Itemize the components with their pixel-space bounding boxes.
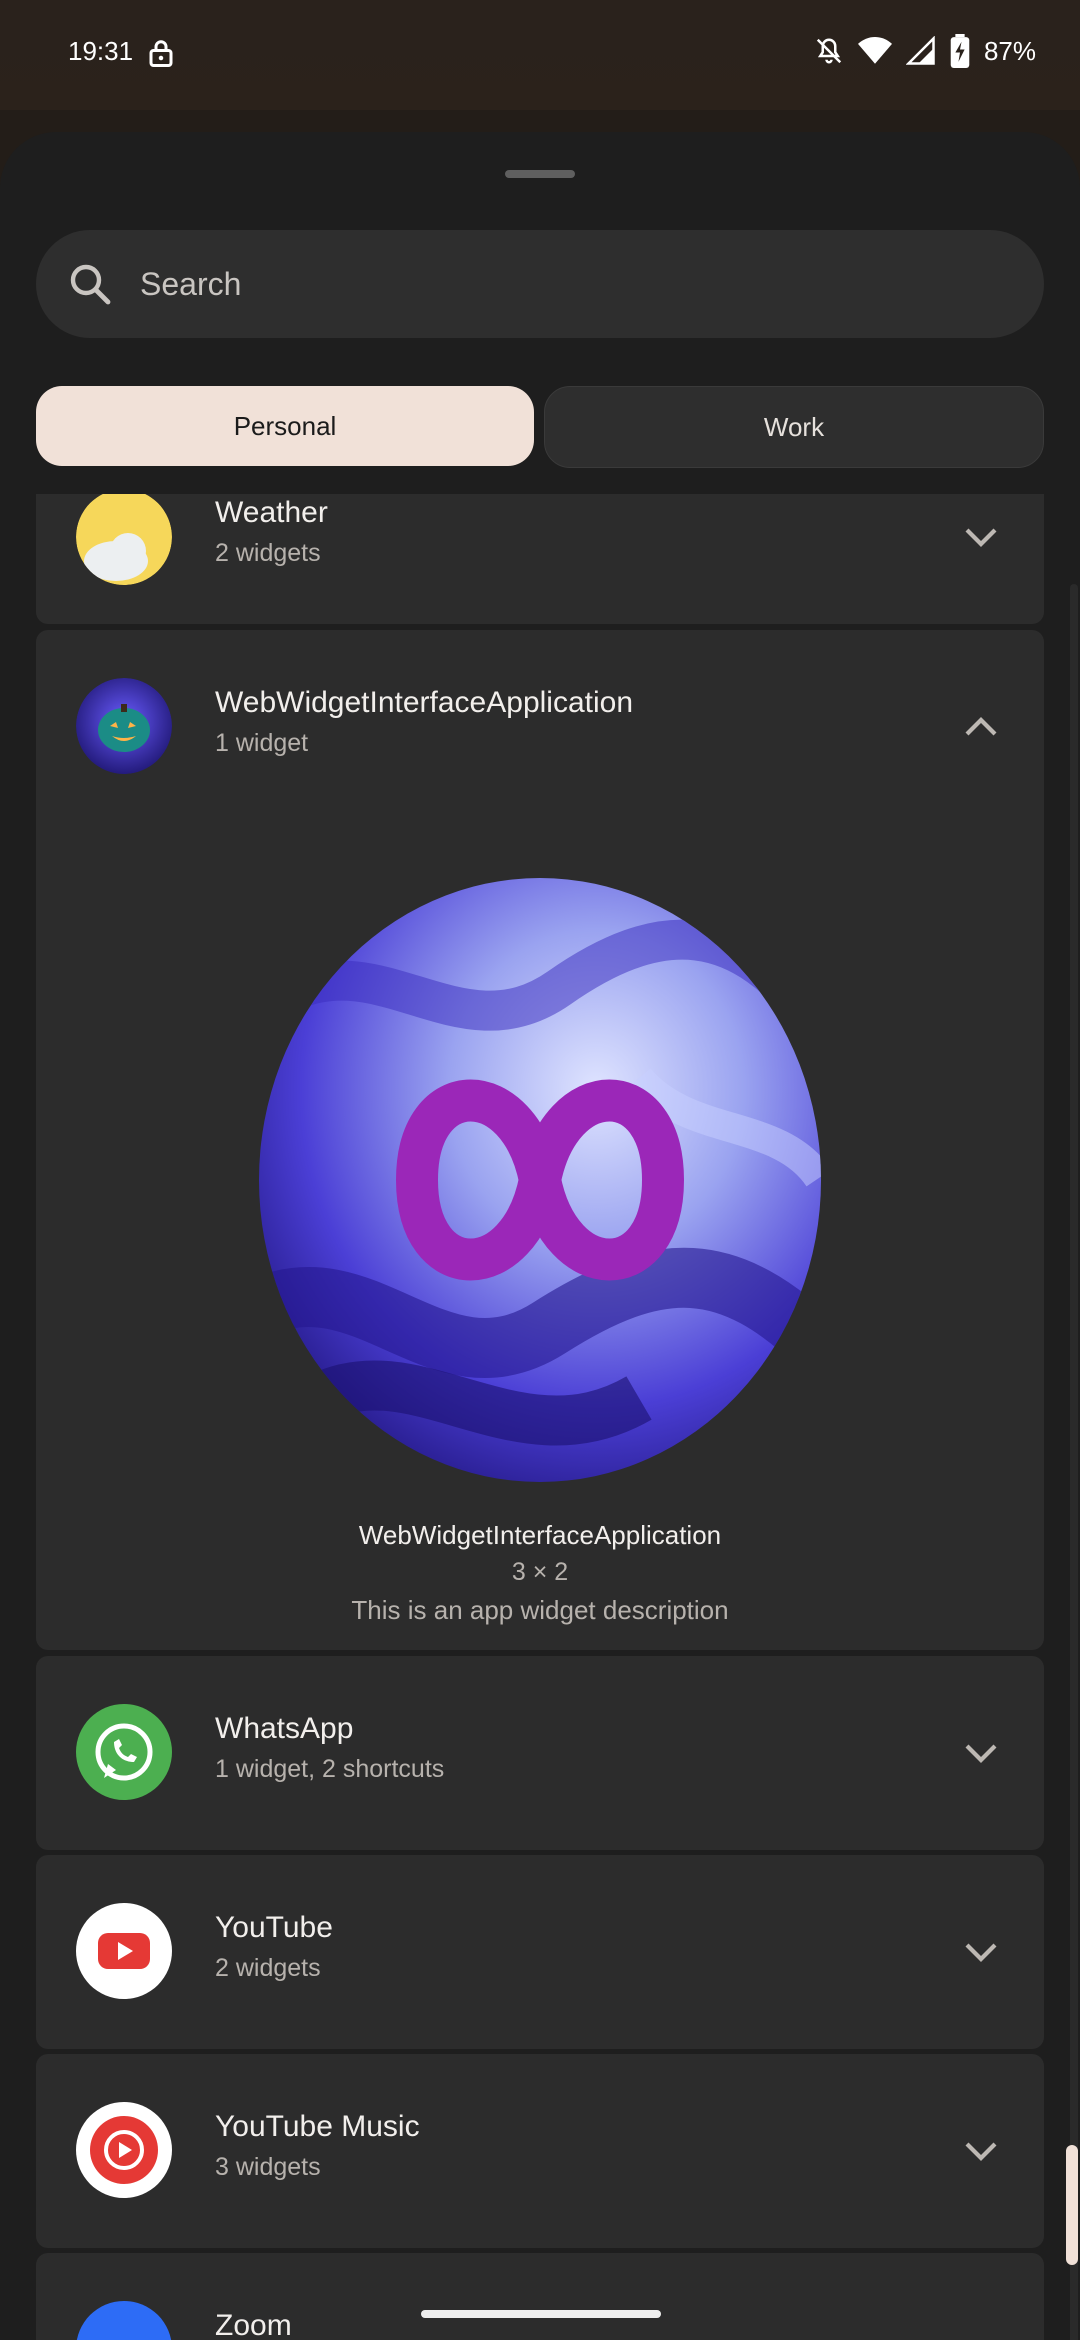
webwidget-app-icon [76, 678, 172, 774]
search-icon [70, 264, 111, 305]
profile-tabs: Personal Work [36, 386, 1044, 468]
search-bar[interactable]: Search [36, 230, 1044, 338]
weather-app-icon [76, 494, 172, 585]
app-widget-count: 1 widget [215, 729, 309, 757]
youtube-music-app-icon [76, 2102, 172, 2198]
widget-preview-size: 3 × 2 [511, 1558, 569, 1586]
app-widget-count: 3 widgets [215, 2153, 321, 2181]
app-name: WebWidgetInterfaceApplication [215, 686, 634, 719]
lock-icon [149, 40, 173, 67]
status-time: 19:31 [68, 36, 134, 66]
app-widget-count: 2 widgets [215, 539, 321, 567]
battery-percentage: 87% [983, 35, 1036, 66]
app-name: YouTube [215, 1911, 333, 1944]
chevron-down-icon[interactable] [960, 516, 1002, 558]
tab-personal[interactable]: Personal [36, 386, 534, 466]
widget-picker-sheet: Search Personal Work Weather 2 widgets W… [0, 132, 1080, 2340]
app-row-webwidget[interactable]: WebWidgetInterfaceApplication 1 widget W… [36, 630, 1044, 1650]
status-bar: 19:31 87% [0, 0, 1080, 110]
app-row-weather[interactable]: Weather 2 widgets [36, 494, 1044, 624]
cellular-signal-icon [905, 36, 935, 65]
search-placeholder[interactable]: Search [140, 266, 241, 303]
app-row-whatsapp[interactable]: WhatsApp 1 widget, 2 shortcuts [36, 1656, 1044, 1850]
notifications-off-icon [816, 38, 842, 64]
app-widget-count: 2 widgets [215, 1954, 321, 1982]
zoom-app-icon [76, 2301, 172, 2340]
widget-preview-title: WebWidgetInterfaceApplication [358, 1520, 722, 1550]
youtube-app-icon [76, 1903, 172, 1999]
app-name: YouTube Music [215, 2110, 420, 2143]
app-name: WhatsApp [215, 1712, 354, 1745]
whatsapp-app-icon [76, 1704, 172, 1800]
battery-charging-icon [950, 34, 970, 68]
scrollbar-thumb[interactable] [1066, 2145, 1078, 2265]
app-name: Weather [215, 496, 328, 529]
drag-handle[interactable] [505, 170, 575, 178]
gesture-nav-bar[interactable] [421, 2310, 661, 2318]
app-name: Zoom [215, 2309, 292, 2340]
tab-work[interactable]: Work [544, 386, 1044, 468]
chevron-down-icon[interactable] [960, 1732, 1002, 1774]
chevron-down-icon[interactable] [960, 2130, 1002, 2172]
widget-preview-image[interactable] [259, 878, 821, 1482]
app-row-youtube[interactable]: YouTube 2 widgets [36, 1855, 1044, 2049]
widget-app-list[interactable]: Weather 2 widgets WebWidgetInterfaceAppl… [36, 494, 1044, 2340]
scrollbar-track[interactable] [1070, 584, 1078, 2340]
chevron-up-icon[interactable] [960, 706, 1002, 748]
app-row-zoom[interactable]: Zoom [36, 2253, 1044, 2340]
chevron-down-icon[interactable] [960, 1931, 1002, 1973]
app-row-youtube-music[interactable]: YouTube Music 3 widgets [36, 2054, 1044, 2248]
widget-preview-description: This is an app widget description [351, 1595, 729, 1625]
wifi-icon [857, 37, 892, 64]
app-widget-count: 1 widget, 2 shortcuts [215, 1755, 445, 1783]
